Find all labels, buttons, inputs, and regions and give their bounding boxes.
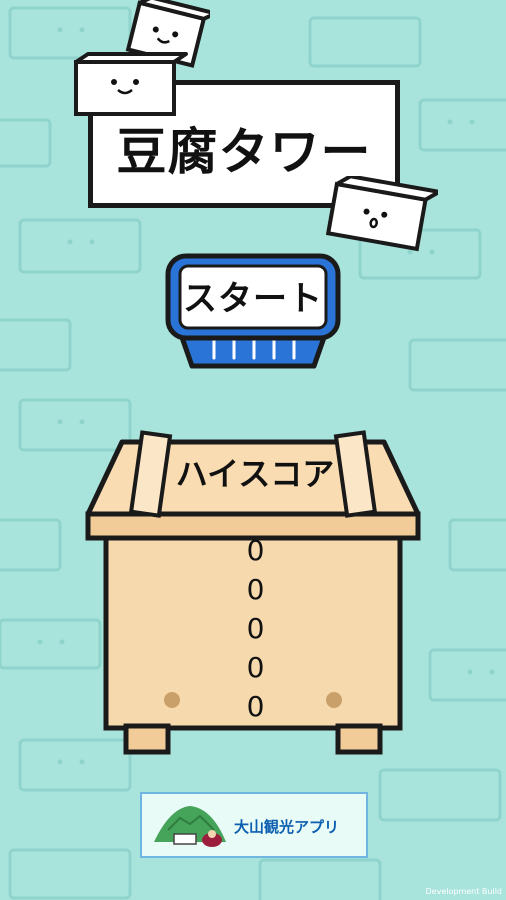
development-build-label: Development Build (425, 887, 502, 896)
bg-tofu (448, 518, 506, 572)
bg-tofu (0, 318, 72, 372)
tofu-face-icon (74, 0, 210, 116)
tourism-app-banner[interactable]: 大山観光アプリ (140, 792, 368, 858)
bg-tofu (308, 16, 422, 68)
highscore-label: ハイスコア (175, 455, 335, 493)
bg-tofu (408, 338, 506, 392)
bg-tofu (0, 118, 52, 168)
start-button[interactable]: スタート (178, 260, 328, 330)
bg-tofu (428, 648, 506, 702)
game-title: 豆腐タワー (116, 123, 372, 181)
tofu-face-icon (325, 176, 438, 252)
highscore-value: 00000 (239, 533, 272, 729)
bg-tofu (0, 518, 62, 572)
banner-label: 大山観光アプリ (234, 818, 340, 836)
mountain-logo-icon (154, 806, 226, 847)
bg-tofu (378, 768, 502, 822)
bg-tofu (8, 848, 132, 900)
bg-tofu (258, 858, 382, 900)
bg-tofu (418, 98, 506, 152)
bg-tofu (18, 218, 142, 274)
